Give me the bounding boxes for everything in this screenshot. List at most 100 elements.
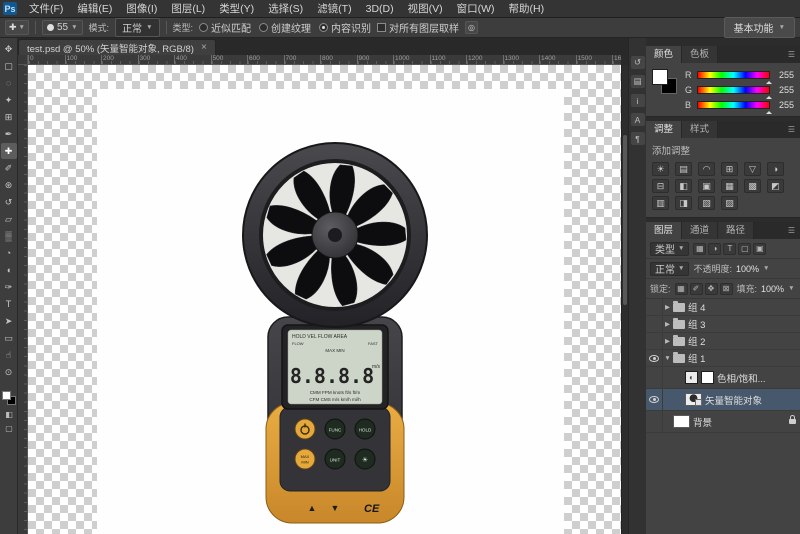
clone-stamp-tool[interactable]: ⊛ xyxy=(1,177,17,193)
adj-posterize[interactable]: ▥ xyxy=(652,196,669,210)
vertical-scrollbar[interactable] xyxy=(621,65,628,534)
layer-name[interactable]: 组 4 xyxy=(688,300,796,314)
layer-group-4[interactable]: ▶ 组 4 xyxy=(646,299,800,316)
gradient-tool[interactable]: ▒ xyxy=(1,228,17,244)
adj-levels[interactable]: ▤ xyxy=(675,162,692,176)
canvas[interactable]: HOLD VEL FLOW AREA FLOW FAST MAX MIN 8.8… xyxy=(28,65,621,534)
layer-group-2[interactable]: ▶ 组 2 xyxy=(646,333,800,350)
fill-value[interactable]: 100% xyxy=(761,284,784,294)
layer-name[interactable]: 背景 xyxy=(693,415,785,429)
lasso-tool[interactable]: ◌ xyxy=(1,75,17,91)
opacity-value[interactable]: 100% xyxy=(736,264,759,274)
menu-layer[interactable]: 图层(L) xyxy=(164,0,212,18)
lock-all-icon[interactable]: ⊠ xyxy=(720,283,733,295)
layer-thumbnail[interactable] xyxy=(685,393,702,406)
tab-swatches[interactable]: 色板 xyxy=(682,46,718,63)
layer-thumbnail[interactable] xyxy=(673,303,685,312)
layer-thumbnail[interactable] xyxy=(673,320,685,329)
adj-threshold[interactable]: ◨ xyxy=(675,196,692,210)
adj-curves[interactable]: ◠ xyxy=(698,162,715,176)
blend-mode-dropdown[interactable]: 正常 ▼ xyxy=(650,262,689,276)
close-icon[interactable]: × xyxy=(201,42,207,53)
layer-thumbnail[interactable] xyxy=(673,354,685,363)
menu-edit[interactable]: 编辑(E) xyxy=(70,0,119,18)
screen-mode-button[interactable]: ▢ xyxy=(5,424,13,433)
quick-selection-tool[interactable]: ✦ xyxy=(1,92,17,108)
panel-menu-icon[interactable]: ☰ xyxy=(783,50,800,59)
slider-thumb-icon[interactable] xyxy=(766,78,772,84)
menu-3d[interactable]: 3D(D) xyxy=(359,0,401,18)
menu-file[interactable]: 文件(F) xyxy=(22,0,70,18)
quick-mask-button[interactable]: ◧ xyxy=(5,410,13,419)
dock-properties-icon[interactable]: ▤ xyxy=(631,75,645,88)
spot-healing-tool[interactable]: ✚ xyxy=(1,143,17,159)
tab-adjustments[interactable]: 调整 xyxy=(646,121,682,138)
panel-menu-icon[interactable]: ☰ xyxy=(783,226,800,235)
visibility-toggle[interactable] xyxy=(646,350,663,366)
crop-tool[interactable]: ⊞ xyxy=(1,109,17,125)
tab-layers[interactable]: 图层 xyxy=(646,222,682,239)
brush-tool[interactable]: ✐ xyxy=(1,160,17,176)
zoom-tool[interactable]: ⊙ xyxy=(1,364,17,380)
adj-photo-filter[interactable]: ▣ xyxy=(698,179,715,193)
slider-thumb-icon[interactable] xyxy=(766,93,772,99)
menu-view[interactable]: 视图(V) xyxy=(401,0,450,18)
adj-exposure[interactable]: ⊞ xyxy=(721,162,738,176)
adj-brightness-contrast[interactable]: ☀ xyxy=(652,162,669,176)
menu-image[interactable]: 图像(I) xyxy=(119,0,164,18)
filter-shape-icon[interactable]: ▢ xyxy=(738,243,751,255)
eraser-tool[interactable]: ▱ xyxy=(1,211,17,227)
channel-r-slider[interactable] xyxy=(697,71,770,79)
hand-tool[interactable]: ☝ xyxy=(1,347,17,363)
type-tool[interactable]: T xyxy=(1,296,17,312)
menu-window[interactable]: 窗口(W) xyxy=(450,0,502,18)
adj-hue-saturation[interactable]: ◑ xyxy=(767,162,784,176)
menu-select[interactable]: 选择(S) xyxy=(261,0,310,18)
adj-vibrance[interactable]: ▽ xyxy=(744,162,761,176)
menu-filter[interactable]: 滤镜(T) xyxy=(310,0,358,18)
adj-black-white[interactable]: ◧ xyxy=(675,179,692,193)
tab-paths[interactable]: 路径 xyxy=(718,222,754,239)
filter-adjustment-icon[interactable]: ◑ xyxy=(708,243,721,255)
visibility-toggle[interactable] xyxy=(646,333,663,349)
panel-menu-icon[interactable]: ☰ xyxy=(783,125,800,134)
filter-pixel-icon[interactable]: ▦ xyxy=(693,243,706,255)
channel-value[interactable]: 255 xyxy=(774,85,794,95)
filter-type-icon[interactable]: T xyxy=(723,243,736,255)
foreground-color-swatch[interactable] xyxy=(2,391,11,400)
lock-transparency-icon[interactable]: ▦ xyxy=(675,283,688,295)
visibility-toggle[interactable] xyxy=(646,299,663,315)
layer-group-1[interactable]: ▼ 组 1 xyxy=(646,350,800,367)
filter-smart-icon[interactable]: ▣ xyxy=(753,243,766,255)
dock-character-icon[interactable]: A xyxy=(631,113,645,126)
adj-selective-color[interactable]: ▨ xyxy=(721,196,738,210)
brush-size-picker[interactable]: 55 ▼ xyxy=(42,20,83,35)
channel-b-slider[interactable] xyxy=(697,101,770,109)
move-tool[interactable]: ✥ xyxy=(1,41,17,57)
visibility-toggle[interactable] xyxy=(646,389,663,410)
layer-thumbnail[interactable] xyxy=(685,371,698,384)
layer-name[interactable]: 矢量智能对象 xyxy=(705,393,796,407)
layer-group-3[interactable]: ▶ 组 3 xyxy=(646,316,800,333)
adj-color-lookup[interactable]: ▩ xyxy=(744,179,761,193)
layer-name[interactable]: 色相/饱和... xyxy=(717,371,796,385)
dock-info-icon[interactable]: i xyxy=(631,94,645,107)
tab-color[interactable]: 颜色 xyxy=(646,46,682,63)
dock-paragraph-icon[interactable]: ¶ xyxy=(631,132,645,145)
radio-content-aware[interactable]: 内容识别 xyxy=(319,20,371,35)
tool-preset-picker[interactable]: ✚ ▼ xyxy=(5,20,29,35)
mode-dropdown[interactable]: 正常 ▼ xyxy=(115,18,159,37)
adj-channel-mixer[interactable]: ▦ xyxy=(721,179,738,193)
radio-create-texture[interactable]: 创建纹理 xyxy=(259,20,311,35)
scrollbar-thumb[interactable] xyxy=(623,135,627,305)
marquee-tool[interactable]: ▢ xyxy=(1,58,17,74)
expand-arrow-icon[interactable]: ▶ xyxy=(663,337,672,345)
channel-value[interactable]: 255 xyxy=(774,70,794,80)
dock-history-icon[interactable]: ↺ xyxy=(631,56,645,69)
menu-help[interactable]: 帮助(H) xyxy=(502,0,552,18)
visibility-toggle[interactable] xyxy=(646,367,663,388)
radio-proximity-match[interactable]: 近似匹配 xyxy=(199,20,251,35)
layer-mask-thumbnail[interactable] xyxy=(701,371,714,384)
layer-hue-saturation[interactable]: 色相/饱和... xyxy=(646,367,800,389)
visibility-toggle[interactable] xyxy=(646,411,663,432)
